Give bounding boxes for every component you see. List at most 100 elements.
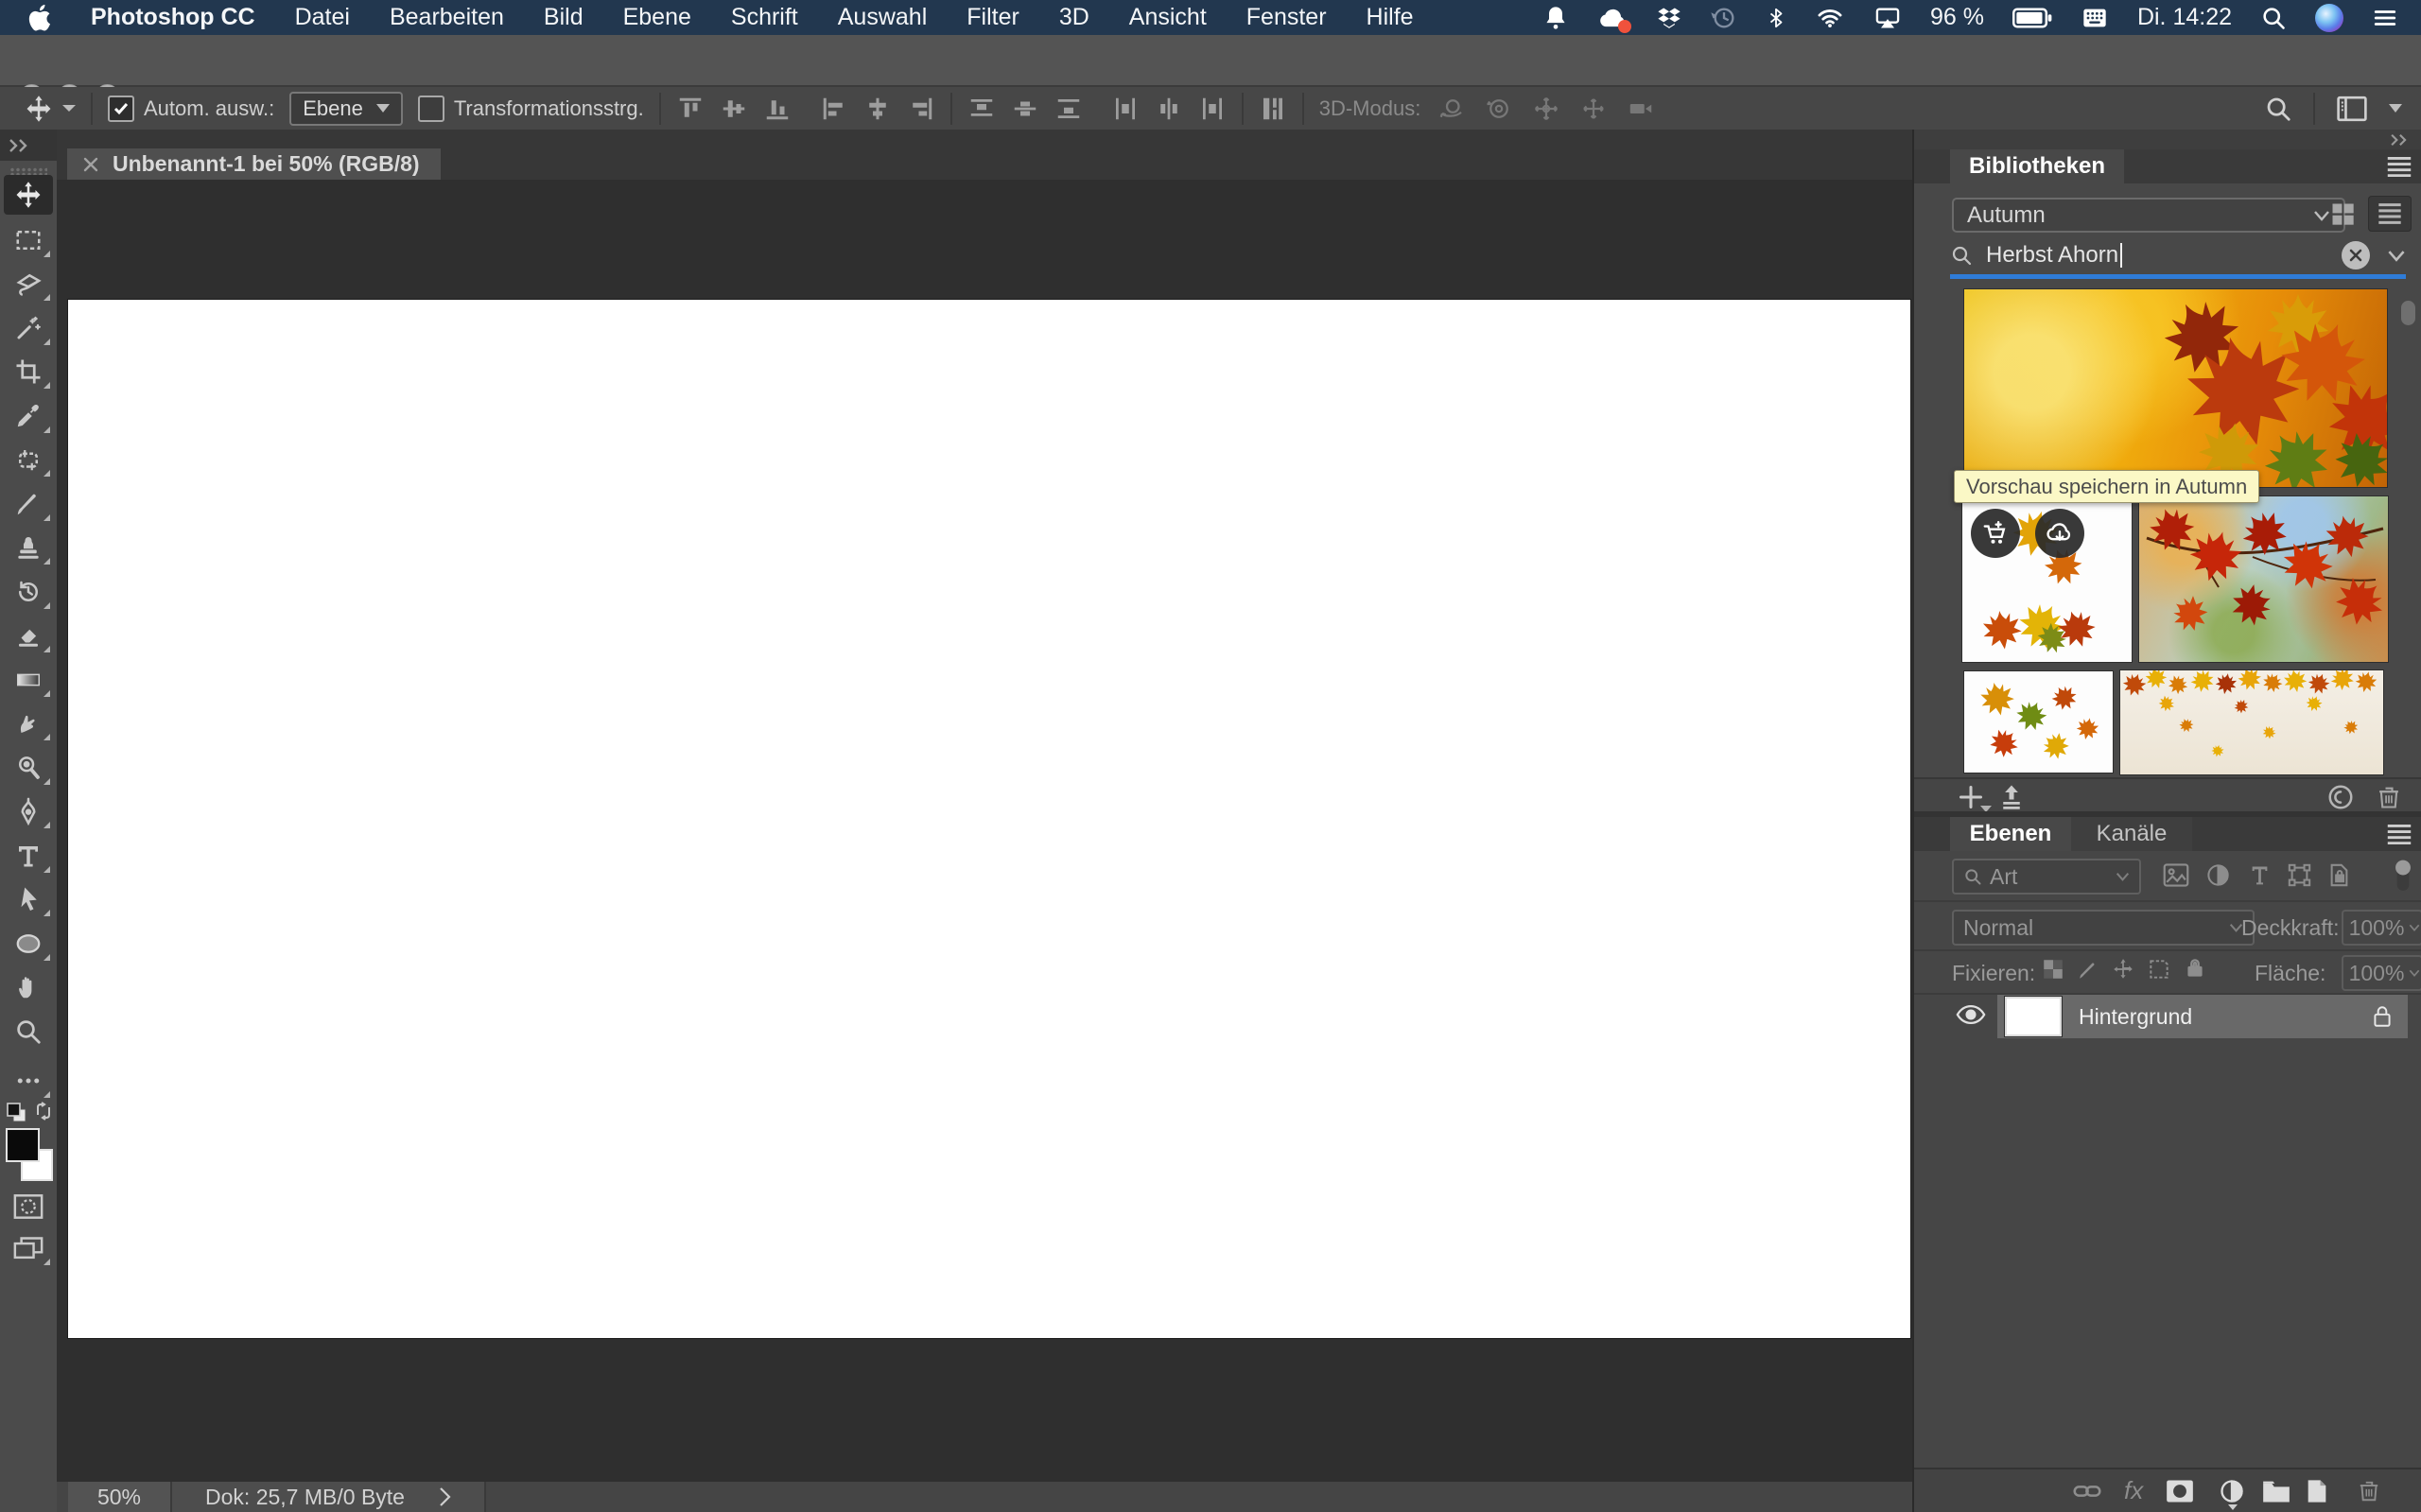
wifi-icon[interactable] — [1815, 5, 1845, 31]
creative-cloud-icon[interactable] — [1597, 5, 1628, 31]
layers-panel-menu-icon[interactable] — [2385, 824, 2413, 844]
menu-hilfe[interactable]: Hilfe — [1367, 4, 1414, 31]
document-tab[interactable]: Unbenannt-1 bei 50% (RGB/8) — [67, 148, 441, 180]
align-bottom-edges-button[interactable] — [763, 95, 792, 123]
library-item-red-maple[interactable] — [2139, 496, 2388, 662]
align-top-edges-button[interactable] — [676, 95, 705, 123]
filter-shape-layers-icon[interactable] — [2287, 862, 2312, 888]
lock-pixels-icon[interactable] — [2077, 957, 2101, 982]
filter-smart-objects-icon[interactable] — [2326, 862, 2352, 888]
swap-colors-icon[interactable] — [32, 1100, 55, 1122]
libraries-panel-menu-icon[interactable] — [2385, 156, 2413, 177]
distribute-horizontal-centers-button[interactable] — [1155, 95, 1183, 123]
add-layer-mask-button[interactable] — [2166, 1479, 2194, 1503]
search-options-chevron-icon[interactable] — [2387, 250, 2406, 262]
link-layers-button[interactable] — [2073, 1480, 2101, 1503]
battery-icon[interactable] — [2012, 6, 2052, 30]
smudge-tool[interactable] — [4, 704, 53, 743]
lasso-tool[interactable] — [4, 264, 53, 304]
menu-auswahl[interactable]: Auswahl — [838, 4, 928, 31]
path-selection-tool[interactable] — [4, 879, 53, 919]
tab-ebenen[interactable]: Ebenen — [1950, 817, 2071, 851]
layer-thumbnail[interactable] — [2005, 997, 2062, 1036]
rectangular-marquee-tool[interactable] — [4, 220, 53, 260]
lock-position-icon[interactable] — [2111, 957, 2135, 982]
distribute-right-edges-button[interactable] — [1198, 95, 1227, 123]
delete-item-button[interactable] — [2376, 783, 2402, 811]
creative-cloud-sync-icon[interactable] — [2326, 783, 2355, 811]
library-search-field[interactable]: Herbst Ahorn — [1950, 238, 2406, 272]
distribute-spacing-button[interactable] — [1259, 95, 1287, 123]
notification-center-icon[interactable] — [2372, 6, 2398, 30]
new-layer-button[interactable] — [2304, 1478, 2330, 1504]
dodge-tool[interactable] — [4, 748, 53, 788]
filter-pixel-layers-icon[interactable] — [2162, 862, 2190, 888]
collapse-dock-icon[interactable] — [2389, 133, 2410, 147]
clone-stamp-tool[interactable] — [4, 528, 53, 567]
add-content-button[interactable] — [1958, 784, 1984, 810]
transform-controls-checkbox[interactable]: Transformationsstrg. — [418, 96, 644, 122]
zoom-level-field[interactable]: 50% — [68, 1482, 172, 1512]
dropbox-icon[interactable] — [1656, 5, 1682, 31]
grid-view-button[interactable] — [2321, 196, 2364, 232]
new-group-button[interactable] — [2262, 1479, 2290, 1503]
align-right-edges-button[interactable] — [907, 95, 935, 123]
move-tool[interactable] — [4, 175, 53, 215]
brush-tool[interactable] — [4, 484, 53, 524]
ellipse-shape-tool[interactable] — [4, 924, 53, 964]
library-scrollbar-thumb[interactable] — [2401, 301, 2415, 325]
zoom-tool[interactable] — [4, 1012, 53, 1051]
siri-icon[interactable] — [2315, 4, 2343, 32]
input-source-icon[interactable] — [2081, 5, 2109, 31]
library-item-scattered-leaves[interactable] — [1964, 671, 2113, 773]
library-item-leaves-banner[interactable] — [2120, 670, 2383, 774]
align-horizontal-centers-button[interactable] — [863, 95, 892, 123]
new-adjustment-layer-button[interactable] — [2219, 1478, 2245, 1504]
lock-transparency-icon[interactable] — [2041, 957, 2065, 982]
status-chevron-icon[interactable] — [439, 1486, 451, 1507]
quick-mask-button[interactable] — [4, 1187, 53, 1226]
eraser-tool[interactable] — [4, 616, 53, 655]
workspace-chevron-icon[interactable] — [2389, 104, 2402, 113]
menu-bild[interactable]: Bild — [544, 4, 583, 31]
document-canvas[interactable] — [68, 300, 1910, 1338]
close-tab-icon[interactable] — [82, 156, 99, 173]
license-image-button[interactable] — [1971, 509, 2020, 558]
distribute-vertical-centers-button[interactable] — [1011, 95, 1039, 123]
screen-mode-button[interactable] — [4, 1228, 53, 1268]
document-size-status[interactable]: Dok: 25,7 MB/0 Byte — [172, 1482, 486, 1512]
edit-toolbar-button[interactable] — [4, 1061, 53, 1101]
lock-all-icon[interactable] — [2183, 955, 2207, 982]
menu-clock[interactable]: Di. 14:22 — [2137, 4, 2232, 31]
distribute-left-edges-button[interactable] — [1111, 95, 1140, 123]
menu-filter[interactable]: Filter — [967, 4, 1019, 31]
history-brush-tool[interactable] — [4, 572, 53, 612]
upload-button[interactable] — [1997, 783, 2026, 811]
menu-fenster[interactable]: Fenster — [1246, 4, 1327, 31]
filter-type-layers-icon[interactable] — [2247, 862, 2273, 888]
default-colors-icon[interactable] — [6, 1102, 28, 1124]
save-preview-button[interactable] — [2035, 509, 2084, 558]
type-tool[interactable] — [4, 836, 53, 876]
list-view-button[interactable] — [2368, 196, 2412, 232]
pen-tool[interactable] — [4, 791, 53, 831]
align-vertical-centers-button[interactable] — [720, 95, 748, 123]
layer-visibility-eye-icon[interactable] — [1956, 1002, 1986, 1027]
menu-bearbeiten[interactable]: Bearbeiten — [390, 4, 504, 31]
apple-menu-icon[interactable] — [28, 5, 51, 31]
menu-ebene[interactable]: Ebene — [623, 4, 691, 31]
workspace-switcher-icon[interactable] — [2336, 95, 2368, 123]
auto-select-checkbox[interactable]: Autom. ausw.: — [108, 96, 274, 122]
hand-tool[interactable] — [4, 967, 53, 1007]
spotlight-icon[interactable] — [2260, 5, 2287, 31]
library-collection-dropdown[interactable]: Autumn — [1952, 198, 2345, 233]
menu-schrift[interactable]: Schrift — [731, 4, 798, 31]
distribute-top-edges-button[interactable] — [967, 95, 996, 123]
fill-chevron[interactable] — [2408, 955, 2421, 991]
tab-kanaele[interactable]: Kanäle — [2071, 817, 2192, 851]
tab-bibliotheken[interactable]: Bibliotheken — [1950, 149, 2124, 183]
layer-filter-kind-dropdown[interactable]: Art — [1952, 859, 2141, 895]
eyedropper-tool[interactable] — [4, 396, 53, 436]
foreground-color-chip[interactable] — [6, 1128, 40, 1162]
auto-select-mode-dropdown[interactable]: Ebene — [289, 92, 403, 126]
